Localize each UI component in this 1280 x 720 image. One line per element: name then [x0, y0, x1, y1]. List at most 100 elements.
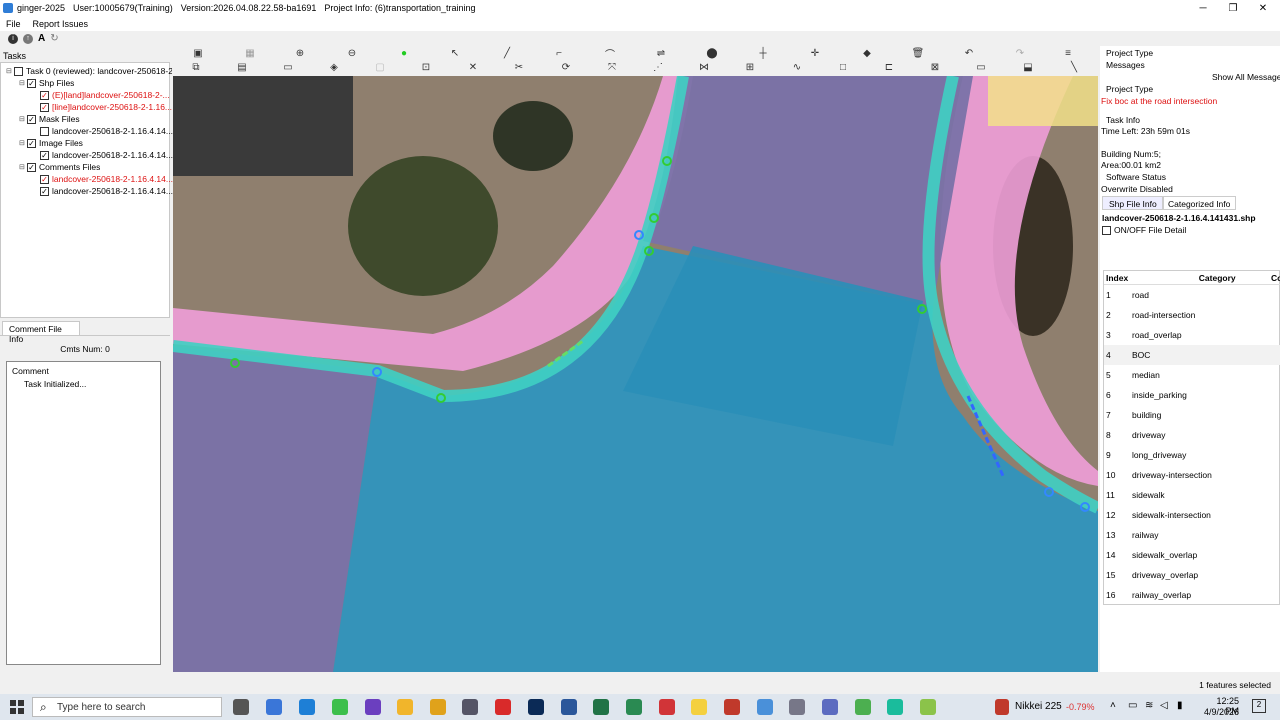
category-row[interactable]: 8 driveway — [1104, 425, 1280, 445]
maximize-button[interactable]: ❐ — [1218, 0, 1248, 16]
undo-icon[interactable]: ↶ — [962, 47, 976, 59]
cross-icon[interactable]: ✕ — [466, 61, 480, 73]
info-icon[interactable]: i — [8, 33, 18, 44]
wifi-icon[interactable]: ≋ — [1145, 700, 1153, 711]
path-icon[interactable]: ⋈ — [697, 61, 711, 73]
expand-icon[interactable]: ⊟ — [19, 79, 27, 87]
tree-checkbox[interactable]: ✓ — [27, 138, 36, 148]
tree-checkbox[interactable]: ✓ — [27, 162, 36, 172]
tree-checkbox[interactable] — [14, 66, 23, 76]
copy-icon[interactable]: ⧉ — [189, 61, 203, 73]
category-row[interactable]: 13 railway — [1104, 525, 1280, 545]
tree-item[interactable]: ⊟ ✓ Image Files — [19, 137, 83, 149]
erase-icon[interactable]: ◆ — [860, 47, 874, 59]
rotate-icon[interactable]: ⟳ — [559, 61, 573, 73]
tab-categorized-info[interactable]: Categorized Info — [1162, 196, 1237, 210]
curve-icon[interactable]: ⌒ — [603, 47, 617, 61]
category-row[interactable]: 5 median — [1104, 365, 1280, 385]
category-row[interactable]: 15 driveway_overlap — [1104, 565, 1280, 585]
tree-item[interactable]: landcover-250618-2-1.16.4.14... — [32, 125, 173, 137]
frame-icon[interactable]: □ — [836, 61, 850, 73]
app-chat-icon[interactable] — [724, 699, 740, 715]
close-button[interactable]: ✕ — [1248, 0, 1278, 16]
save-icon[interactable]: ▣ — [191, 47, 205, 59]
notes-icon[interactable] — [691, 699, 707, 715]
tree-item[interactable]: ⊟ ✓ Mask Files — [19, 113, 80, 125]
menu-report-issues[interactable]: Report Issues — [33, 19, 89, 29]
tab-messages[interactable]: Messages — [1106, 60, 1145, 70]
expand-icon[interactable]: ⊟ — [19, 163, 27, 171]
redo-icon[interactable]: ↷ — [1013, 47, 1027, 59]
expand-icon[interactable]: ⊟ — [19, 115, 27, 123]
ginger-app-icon[interactable] — [920, 699, 936, 715]
transform-icon[interactable]: ⤧ — [605, 61, 619, 73]
comment-entry[interactable]: Task Initialized... — [24, 379, 86, 389]
category-row[interactable]: 6 inside_parking — [1104, 385, 1280, 405]
tree-item[interactable]: ✓ landcover-250618-2-1.16.4.14... — [32, 185, 173, 197]
chrome-icon[interactable] — [757, 699, 773, 715]
app-green-icon[interactable] — [332, 699, 348, 715]
app-teal-icon[interactable] — [626, 699, 642, 715]
onoff-checkbox[interactable] — [1102, 225, 1111, 235]
ruler-icon[interactable]: ╲ — [1067, 61, 1081, 73]
tree-checkbox[interactable]: ✓ — [40, 150, 49, 160]
point-icon[interactable]: ● — [397, 47, 411, 59]
delete-icon[interactable]: 🗑 — [911, 47, 925, 59]
grid-icon[interactable]: ▦ — [243, 47, 257, 59]
network-icon[interactable]: ▭ — [1128, 700, 1137, 711]
tree-item[interactable]: ✓ landcover-250618-2-1.16.4.14... — [32, 149, 173, 161]
layers-menu-icon[interactable]: ≡ — [1061, 47, 1075, 59]
text-tool-icon[interactable]: A — [38, 33, 45, 44]
zoom-in-icon[interactable]: ⊕ — [293, 47, 307, 59]
onoff-file-detail[interactable]: ON/OFF File Detail — [1102, 225, 1186, 235]
category-row[interactable]: 7 building — [1104, 405, 1280, 425]
pdf-icon[interactable] — [659, 699, 675, 715]
menu-file[interactable]: File — [6, 19, 21, 29]
tab-project-type[interactable]: Project Type — [1106, 48, 1153, 58]
merge-icon[interactable]: ⊡ — [419, 61, 433, 73]
minimize-button[interactable]: ─ — [1188, 0, 1218, 16]
tab-comment-file-info[interactable]: Comment File Info — [2, 321, 80, 344]
volume-icon[interactable]: ◁ — [1160, 700, 1168, 711]
calculator-icon[interactable] — [789, 699, 805, 715]
category-row[interactable]: 16 railway_overlap — [1104, 585, 1280, 605]
measure-icon[interactable]: ┼ — [756, 47, 770, 59]
app-purple-icon[interactable] — [365, 699, 381, 715]
vertex-icon[interactable]: ✛ — [808, 47, 822, 59]
show-all-messages-button[interactable]: Show All Messages — [1212, 72, 1280, 82]
file-explorer-icon[interactable] — [397, 699, 413, 715]
app-blue-icon[interactable] — [822, 699, 838, 715]
snap-icon[interactable]: ⋰ — [651, 61, 665, 73]
select-icon[interactable]: ↖ — [448, 47, 462, 59]
map-svg[interactable] — [173, 76, 1098, 672]
excel-icon[interactable] — [593, 699, 609, 715]
smooth-icon[interactable]: ∿ — [790, 61, 804, 73]
clock-date[interactable]: 4/9/2026 — [1203, 707, 1239, 717]
navigate-icon[interactable]: ↑ — [23, 33, 33, 44]
tree-checkbox[interactable] — [40, 126, 49, 136]
chrome-alt-icon[interactable] — [855, 699, 871, 715]
stock-name[interactable]: Nikkei 225 — [1015, 701, 1062, 712]
category-row[interactable]: 9 long_driveway — [1104, 445, 1280, 465]
task-view-icon[interactable] — [233, 699, 249, 715]
battery-icon[interactable]: ▮ — [1177, 700, 1183, 711]
app-red-icon[interactable] — [495, 699, 511, 715]
pin-icon[interactable]: ⬤ — [705, 47, 719, 59]
expand-icon[interactable]: ⊟ — [6, 67, 14, 75]
tree-checkbox[interactable]: ✓ — [40, 90, 49, 100]
polyline-icon[interactable]: ⌐ — [552, 47, 566, 59]
app-yellow-icon[interactable] — [430, 699, 446, 715]
windows-start-icon[interactable] — [10, 700, 24, 714]
map-canvas[interactable] — [173, 76, 1098, 672]
refresh-icon[interactable]: ↻ — [50, 33, 58, 44]
category-row[interactable]: 4 BOC — [1104, 345, 1280, 365]
fill-icon[interactable]: ◈ — [327, 61, 341, 73]
stack-icon[interactable]: ▤ — [235, 61, 249, 73]
tree-item[interactable]: ⊟ ✓ Comments Files — [19, 161, 100, 173]
tree-item[interactable]: ✓ [line]landcover-250618-2-1.16... — [32, 101, 172, 113]
taskbar-search-input[interactable]: Type here to search — [32, 697, 222, 717]
align-icon[interactable]: ⊞ — [743, 61, 757, 73]
notification-icon[interactable]: 2 — [1252, 699, 1266, 713]
tree-checkbox[interactable]: ✓ — [27, 114, 36, 124]
tab-shp-file-info[interactable]: Shp File Info — [1102, 196, 1164, 210]
